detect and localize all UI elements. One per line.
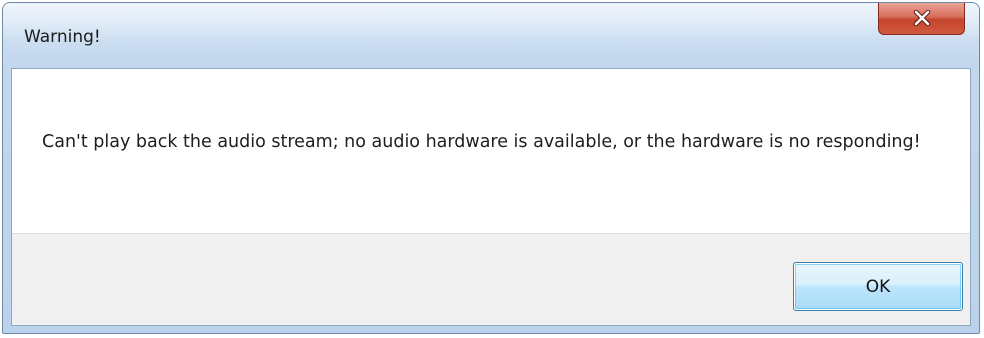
warning-dialog: Warning! Can't play back the audio strea… [2,2,980,334]
close-button[interactable] [878,3,965,35]
close-icon [912,10,932,26]
title-bar[interactable]: Warning! [3,3,979,67]
warning-message: Can't play back the audio stream; no aud… [42,132,921,152]
button-bar: OK [12,233,970,325]
ok-button[interactable]: OK [793,262,963,311]
dialog-body: Can't play back the audio stream; no aud… [11,68,971,326]
message-area: Can't play back the audio stream; no aud… [12,69,970,233]
dialog-title: Warning! [24,27,101,47]
